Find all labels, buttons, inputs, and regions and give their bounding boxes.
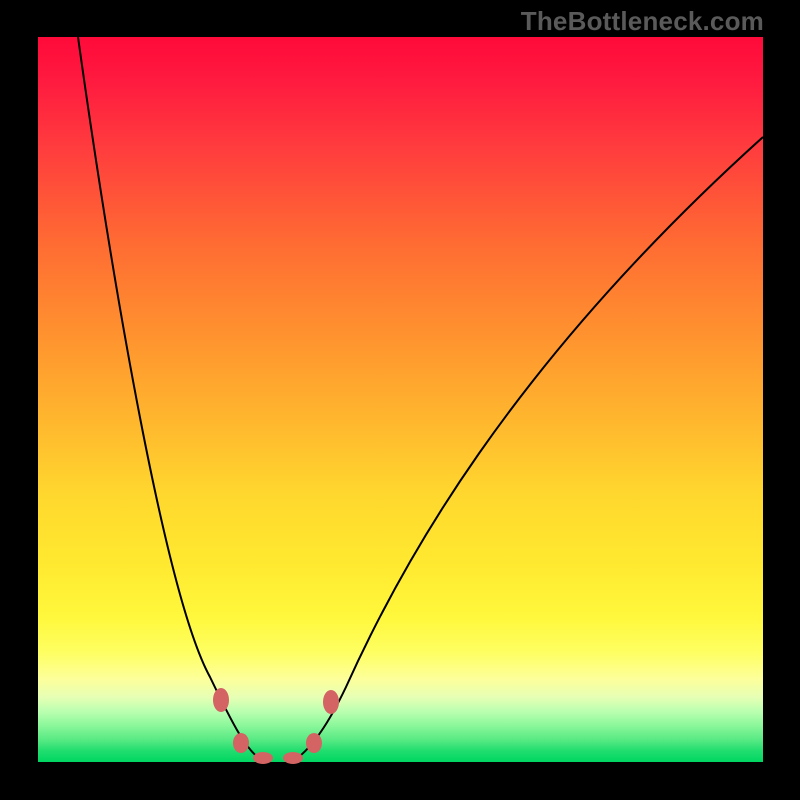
watermark-text: TheBottleneck.com <box>521 6 764 37</box>
marker-5 <box>323 690 339 714</box>
marker-2 <box>253 752 273 764</box>
marker-1 <box>233 733 249 753</box>
marker-3 <box>283 752 303 764</box>
curve-right-branch <box>296 137 763 759</box>
marker-4 <box>306 733 322 753</box>
curve-svg <box>38 37 763 762</box>
marker-0 <box>213 688 229 712</box>
plot-area <box>38 37 763 762</box>
curve-left-branch <box>78 37 260 759</box>
chart-frame: TheBottleneck.com <box>0 0 800 800</box>
